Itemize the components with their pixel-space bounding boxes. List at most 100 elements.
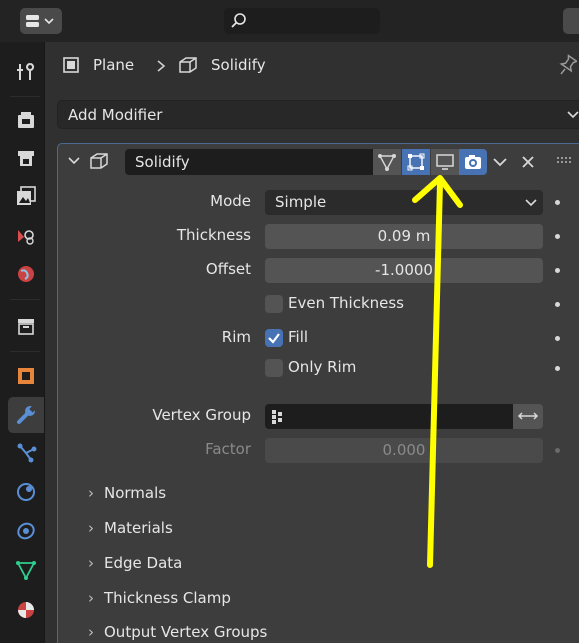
- physics-tab[interactable]: [8, 474, 44, 510]
- constraints-tab[interactable]: [8, 513, 44, 549]
- mode-dropdown[interactable]: Simple: [265, 190, 543, 215]
- world-icon: [18, 266, 34, 282]
- chevron-right-icon: ›: [88, 623, 94, 641]
- modifier-type-icon: [90, 153, 108, 169]
- vertex-group-icon: [272, 410, 282, 424]
- only-rim-label: Only Rim: [288, 358, 357, 376]
- modifier-name-field[interactable]: Solidify: [125, 149, 373, 175]
- chevron-down-icon: [525, 199, 537, 207]
- pin-icon[interactable]: [557, 54, 577, 76]
- vertex-group-label: Vertex Group: [152, 406, 251, 424]
- subpanel-materials[interactable]: › Materials: [88, 519, 173, 537]
- breadcrumb: Plane Solidify: [45, 42, 579, 90]
- keyframe-dot[interactable]: [555, 200, 560, 205]
- modifier-icon: [17, 405, 37, 424]
- properties-tab-strip: [0, 42, 44, 643]
- checkmark-icon: [268, 333, 280, 344]
- chevron-right-icon: ›: [88, 589, 94, 607]
- thickness-field[interactable]: 0.09 m: [265, 224, 543, 249]
- even-thickness-label: Even Thickness: [288, 294, 404, 312]
- camera-icon: [465, 155, 481, 169]
- add-modifier-label: Add Modifier: [68, 106, 163, 124]
- subpanel-thickness-clamp[interactable]: › Thickness Clamp: [88, 589, 231, 607]
- scene-tab[interactable]: [8, 217, 44, 253]
- factor-label: Factor: [205, 440, 251, 458]
- chevron-right-icon: ›: [88, 484, 94, 502]
- offset-field[interactable]: -1.0000: [265, 258, 543, 283]
- rim-label: Rim: [221, 328, 251, 346]
- scene-icon: [18, 230, 34, 245]
- physics-icon: [17, 483, 35, 501]
- add-modifier-dropdown[interactable]: Add Modifier: [57, 100, 579, 129]
- fill-checkbox[interactable]: [265, 329, 283, 347]
- keyframe-dot[interactable]: [555, 234, 560, 239]
- keyframe-dot[interactable]: [555, 268, 560, 273]
- viewport-display-button[interactable]: [431, 149, 459, 175]
- subpanel-normals[interactable]: › Normals: [88, 484, 166, 502]
- close-icon[interactable]: [520, 154, 536, 170]
- chevron-down-icon: [567, 111, 579, 119]
- even-thickness-checkbox[interactable]: [265, 295, 283, 313]
- breadcrumb-object: Plane: [93, 56, 135, 74]
- breadcrumb-modifier: Solidify: [211, 56, 266, 74]
- fill-label: Fill: [288, 328, 309, 346]
- monitor-icon: [436, 154, 454, 170]
- mesh-cube-icon: [179, 57, 197, 73]
- top-bar: [0, 0, 579, 42]
- modifier-tab[interactable]: [8, 397, 44, 433]
- data-icon: [16, 561, 36, 580]
- editor-type-icon: [26, 15, 54, 27]
- edit-mode-icon: [407, 153, 425, 171]
- properties-panel: Plane Solidify Add Modifier Solidify Mod…: [44, 42, 579, 643]
- particles-tab[interactable]: [8, 435, 44, 471]
- on-cage-icon: [378, 154, 396, 171]
- data-tab[interactable]: [8, 552, 44, 588]
- chevron-right-icon: ›: [88, 554, 94, 572]
- solidify-modifier-panel: Solidify Mode Simple Thickness 0.09 m Of…: [57, 143, 579, 643]
- render-tab[interactable]: [8, 102, 44, 138]
- object-tab[interactable]: [8, 358, 44, 394]
- constraints-icon: [17, 522, 35, 540]
- breadcrumb-chevron-icon: [157, 60, 166, 72]
- material-icon: [18, 602, 34, 618]
- search-input[interactable]: [224, 8, 380, 34]
- invert-vertex-group-button[interactable]: [513, 404, 543, 429]
- swap-arrows-icon: [517, 412, 539, 420]
- vertex-group-field[interactable]: [265, 404, 513, 429]
- edit-mode-button[interactable]: [402, 149, 430, 175]
- drag-handle-icon[interactable]: [556, 156, 574, 166]
- keyframe-dot[interactable]: [555, 302, 560, 307]
- keyframe-dot[interactable]: [555, 448, 560, 453]
- plane-object-icon: [63, 57, 79, 73]
- factor-field[interactable]: 0.000: [265, 438, 543, 463]
- collection-tab[interactable]: [8, 308, 44, 344]
- collapse-chevron-icon[interactable]: [66, 153, 82, 169]
- world-tab[interactable]: [8, 256, 44, 292]
- search-icon: [231, 13, 246, 28]
- keyframe-dot[interactable]: [555, 366, 560, 371]
- keyframe-dot[interactable]: [555, 336, 560, 341]
- offset-label: Offset: [205, 260, 251, 278]
- tool-icon: [17, 63, 35, 80]
- on-cage-button[interactable]: [373, 149, 401, 175]
- view-layer-tab[interactable]: [8, 178, 44, 214]
- particles-icon: [17, 443, 37, 463]
- material-tab[interactable]: [8, 592, 44, 628]
- thickness-label: Thickness: [176, 226, 251, 244]
- output-icon: [18, 151, 34, 166]
- editor-type-button[interactable]: [20, 8, 62, 34]
- subpanel-edge-data[interactable]: › Edge Data: [88, 554, 182, 572]
- options-button[interactable]: [563, 8, 579, 34]
- modifier-menu-chevron-icon[interactable]: [492, 154, 508, 170]
- mode-label: Mode: [210, 192, 251, 210]
- output-tab[interactable]: [8, 140, 44, 176]
- only-rim-checkbox[interactable]: [265, 359, 283, 377]
- subpanel-output-vertex-groups[interactable]: › Output Vertex Groups: [88, 623, 267, 641]
- chevron-right-icon: ›: [88, 519, 94, 537]
- render-icon: [18, 112, 34, 128]
- tool-tab[interactable]: [8, 54, 44, 90]
- view-layer-icon: [17, 186, 36, 205]
- render-button[interactable]: [459, 149, 487, 175]
- collection-icon: [18, 319, 34, 335]
- object-icon: [18, 368, 34, 384]
